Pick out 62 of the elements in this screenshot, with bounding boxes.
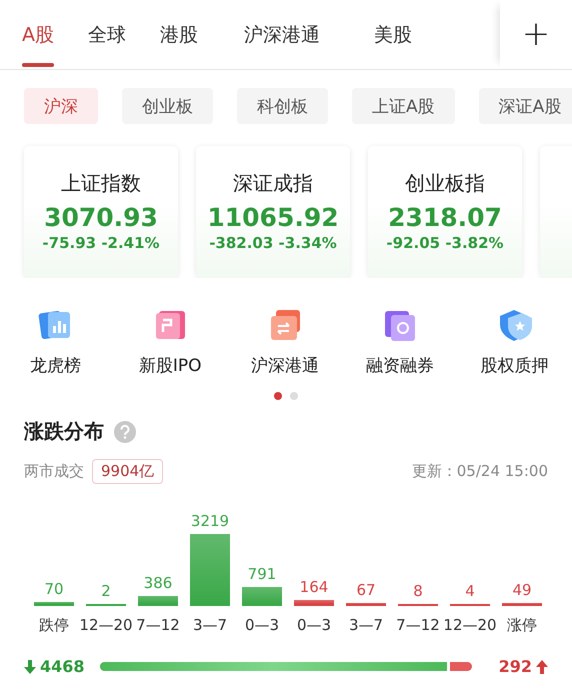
bar-value: 8 — [413, 582, 423, 600]
category-label: 12—20 — [79, 616, 133, 634]
bar — [242, 586, 282, 604]
category-label: 0—3 — [296, 616, 332, 634]
shortcut-label[interactable]: 龙虎榜 — [30, 354, 81, 377]
shortcut-label[interactable]: 融资融券 — [366, 354, 434, 377]
shortcut-label[interactable]: 沪深港通 — [250, 354, 319, 377]
market-tab[interactable]: 美股 — [374, 0, 412, 69]
bar-value: 3219 — [190, 512, 230, 530]
category-label: 0—3 — [244, 616, 280, 634]
bar — [190, 534, 230, 604]
market-tab[interactable]: 全球 — [88, 0, 126, 69]
market-chip[interactable]: 沪深 — [24, 88, 98, 124]
bar-value: 164 — [300, 578, 328, 596]
bar-value: 791 — [248, 564, 276, 583]
bar-value: 70 — [44, 580, 64, 598]
index-change: -382.03 -3.34% — [209, 234, 337, 252]
shortcut-label[interactable]: 新股IPO — [138, 354, 202, 377]
index-name: 深证成指 — [233, 170, 313, 197]
index-value: 3070.93 — [44, 203, 158, 232]
category-label: 3—7 — [192, 616, 228, 634]
index-name: 创业板指 — [405, 170, 485, 197]
turnover-label: 两市成交 — [24, 462, 84, 481]
category-label: 涨停 — [507, 616, 537, 635]
category-label: 3—7 — [348, 616, 384, 634]
index-card[interactable]: 上证指数 3070.93 -75.93 -2.41% — [24, 146, 178, 278]
bar-value: 2 — [101, 582, 111, 600]
category-label: 7—12 — [136, 616, 180, 634]
rising-count: 292 — [498, 657, 532, 676]
bar-value: 386 — [144, 574, 172, 592]
down-arrow-icon — [24, 660, 36, 674]
market-chip[interactable]: 深证A股 — [478, 88, 572, 124]
active-tab-underline — [22, 63, 54, 67]
index-value: 2318.07 — [388, 203, 502, 232]
category-label: 跌停 — [39, 616, 69, 635]
index-change: -75.93 -2.41% — [42, 234, 160, 252]
shortcut-label[interactable]: 股权质押 — [480, 354, 549, 377]
index-change: -92.05 -3.82% — [386, 234, 504, 252]
bar — [294, 600, 334, 604]
index-card[interactable]: 创业板指 2318.07 -92.05 -3.82% — [368, 146, 522, 278]
index-card[interactable]: 深证成指 11065.92 -382.03 -3.34% — [196, 146, 350, 278]
index-name: 上证指数 — [61, 170, 141, 197]
market-tab[interactable]: 港股 — [160, 0, 198, 69]
market-tab[interactable]: 沪深港通 — [244, 0, 320, 69]
section-title: 涨跌分布 — [24, 418, 104, 445]
help-icon[interactable] — [114, 420, 136, 442]
bar — [138, 596, 178, 604]
market-chip[interactable]: 创业板 — [122, 88, 213, 124]
falling-count: 4468 — [40, 657, 85, 676]
category-label: 12—20 — [443, 616, 497, 634]
bar-value: 49 — [512, 580, 532, 599]
market-chip[interactable]: 科创板 — [237, 88, 328, 124]
market-chip[interactable]: 上证A股 — [352, 88, 455, 124]
up-arrow-icon — [536, 660, 548, 674]
turnover-amount: 9904亿 — [92, 459, 164, 484]
bar-value: 4 — [465, 582, 475, 600]
add-tab-button[interactable]: + — [500, 0, 572, 68]
index-value: 11065.92 — [207, 203, 339, 232]
update-time: 更新：05/24 15:00 — [412, 462, 548, 481]
category-label: 7—12 — [396, 616, 440, 634]
bar-value: 67 — [356, 580, 376, 599]
market-tab[interactable]: A股 — [22, 0, 54, 69]
